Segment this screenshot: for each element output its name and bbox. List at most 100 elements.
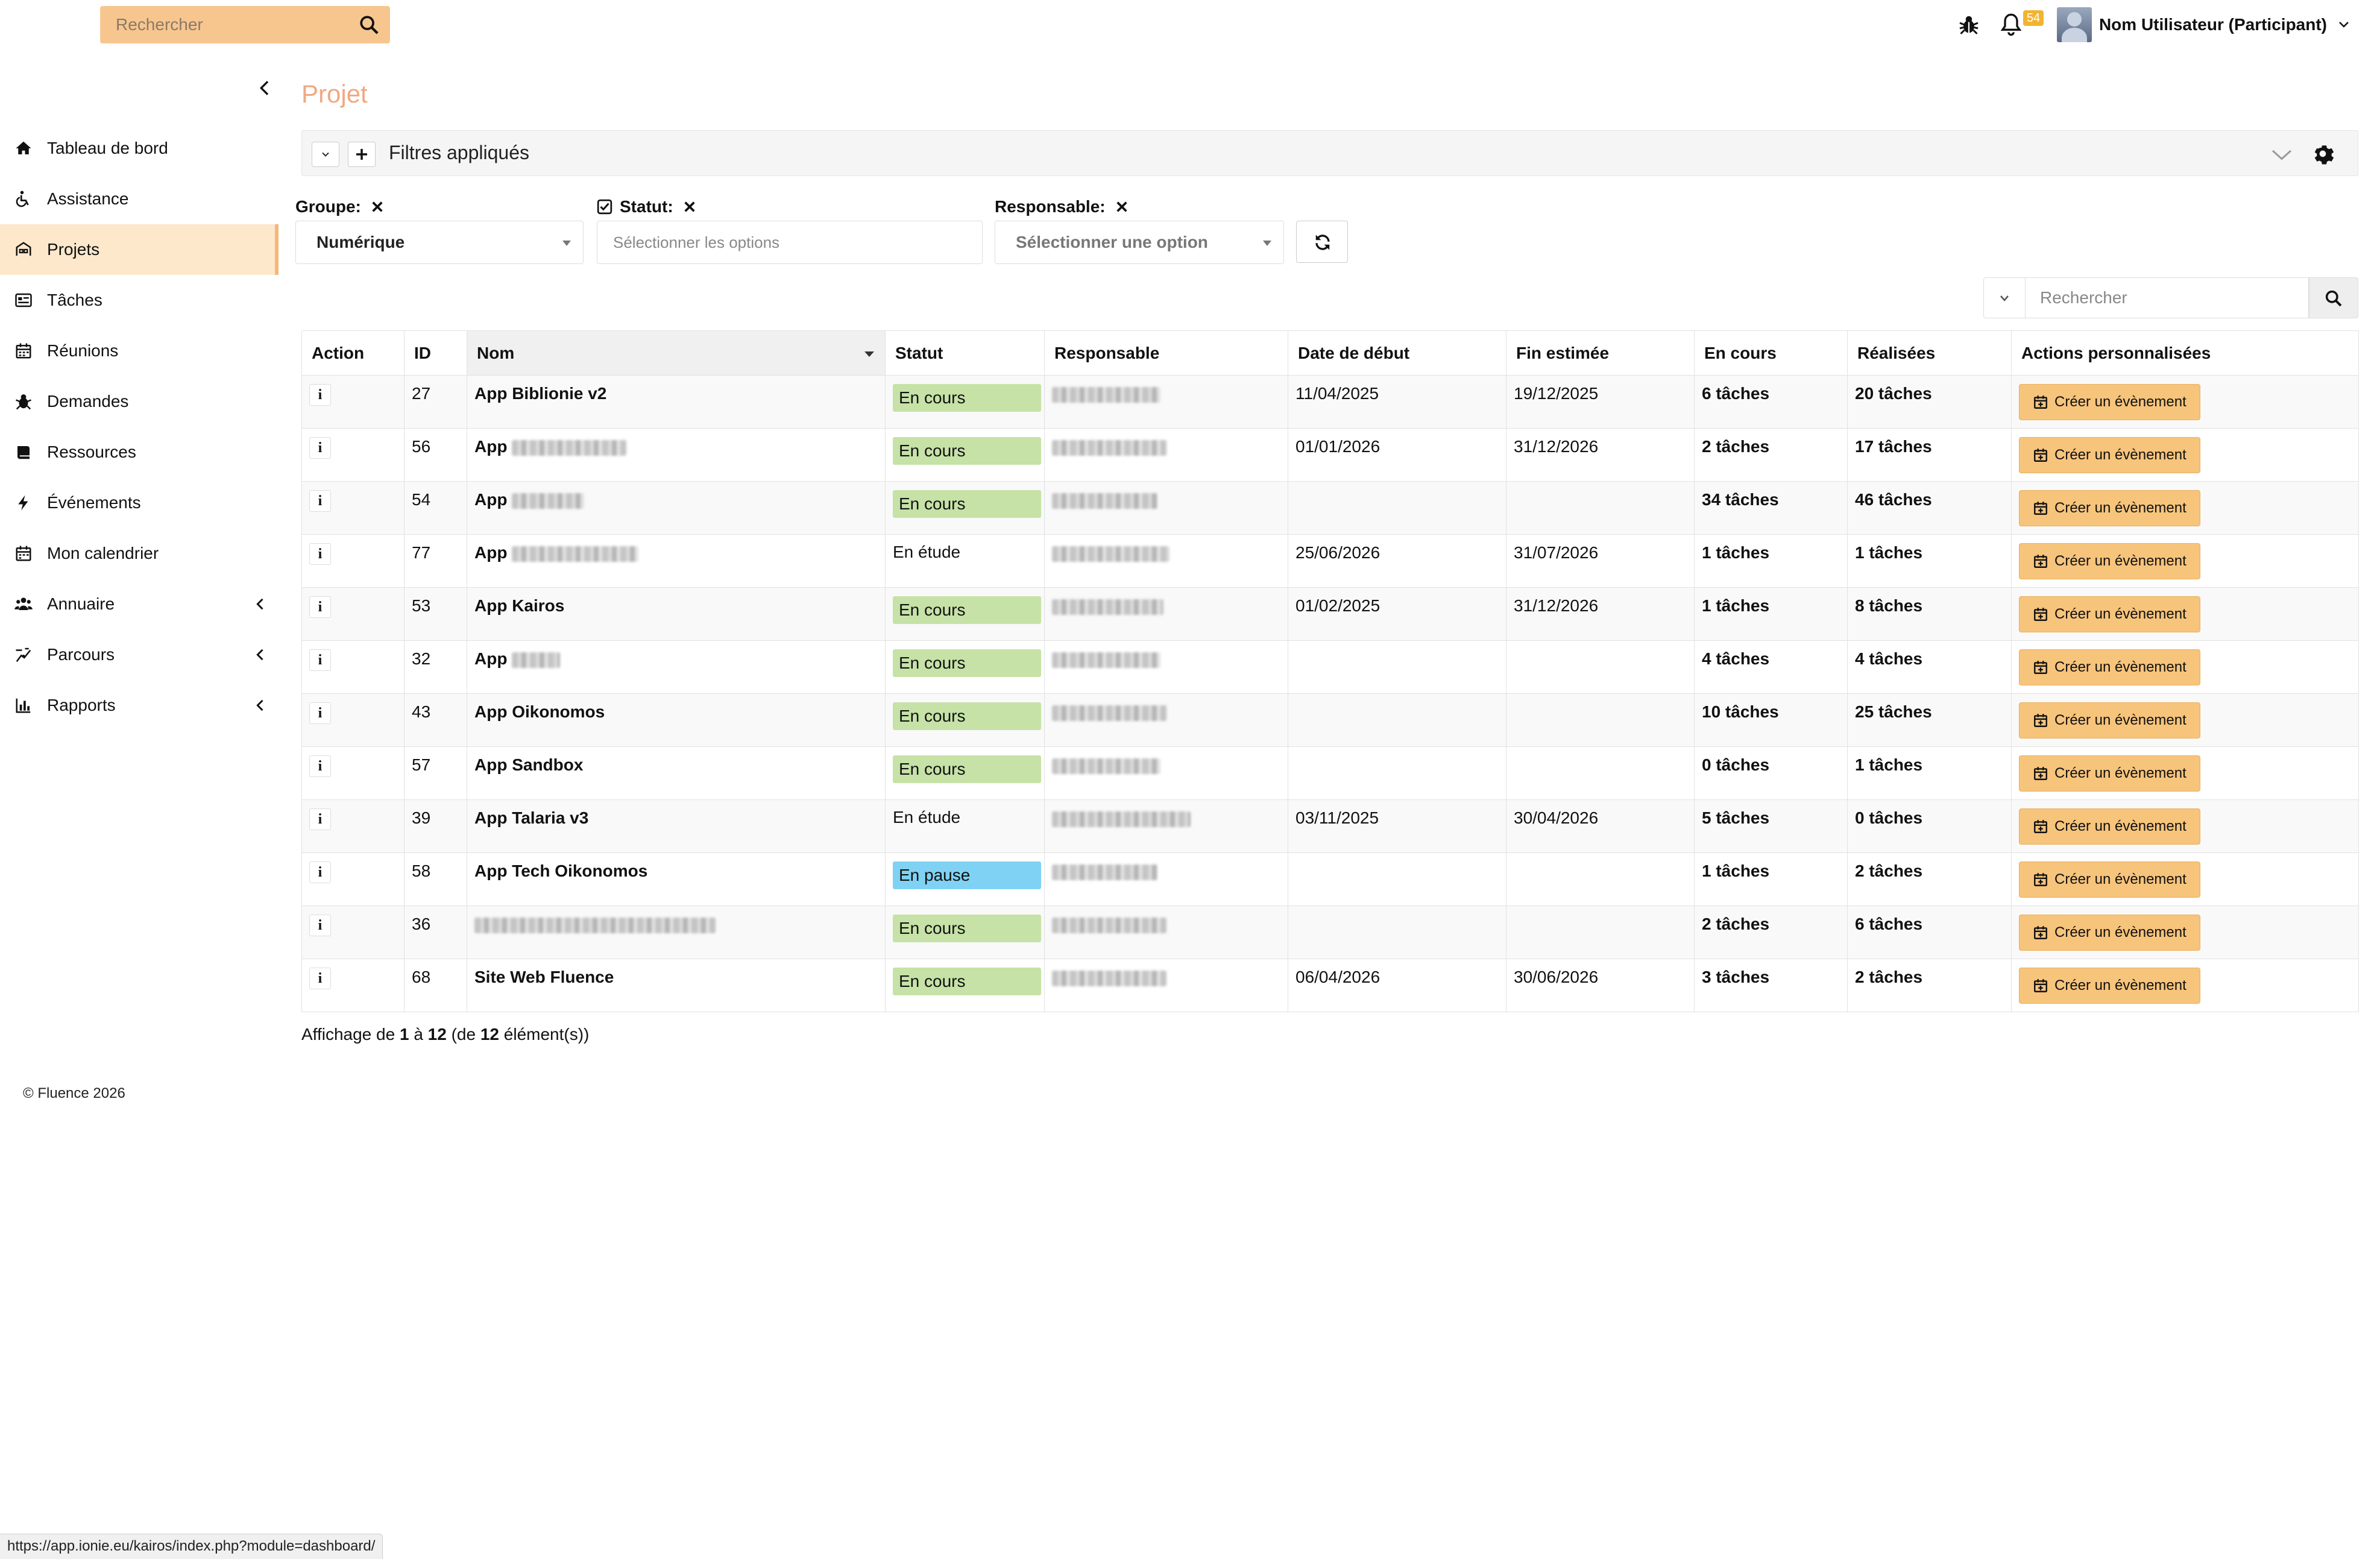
sidebar-item-evenements[interactable]: Événements xyxy=(0,477,279,528)
sidebar-item-reunions[interactable]: Réunions xyxy=(0,326,279,376)
project-name[interactable]: App Kairos xyxy=(474,596,564,615)
info-icon[interactable]: i xyxy=(309,861,331,883)
sidebar-item-projets[interactable]: Projets xyxy=(0,224,279,275)
column-header-id[interactable]: ID xyxy=(404,330,467,376)
footer-copyright: © Fluence 2026 xyxy=(23,1085,125,1101)
project-name[interactable]: App Biblionie v2 xyxy=(474,384,606,403)
bug-icon[interactable] xyxy=(1958,14,1980,36)
sidebar-collapse-icon[interactable] xyxy=(256,78,275,98)
info-icon[interactable]: i xyxy=(309,808,331,830)
add-filter-button[interactable] xyxy=(348,142,376,167)
filters-toggle-button[interactable] xyxy=(312,142,339,167)
refresh-button[interactable] xyxy=(1296,221,1348,263)
column-header-en-cours[interactable]: En cours xyxy=(1694,330,1848,376)
table-search-dropdown[interactable] xyxy=(1983,277,2026,318)
cell-action: i xyxy=(301,959,405,1012)
gear-icon[interactable] xyxy=(2311,142,2335,166)
sidebar-item-rapports[interactable]: Rapports xyxy=(0,680,279,731)
project-name[interactable]: App Talaria v3 xyxy=(474,808,588,827)
project-name[interactable]: App xyxy=(474,649,507,668)
sidebar-item-assistance[interactable]: Assistance xyxy=(0,174,279,224)
table-row[interactable]: i 57 App Sandbox En cours 0 tâches 1 tâches Cr… xyxy=(301,746,2359,800)
sidebar-item-ressources[interactable]: Ressources xyxy=(0,427,279,477)
column-header-fin-estimee[interactable]: Fin estimée xyxy=(1506,330,1695,376)
info-icon[interactable]: i xyxy=(309,968,331,989)
table-row[interactable]: i 27 App Biblionie v2 En cours 11/04/2025 19/… xyxy=(301,375,2359,429)
create-event-button[interactable]: Créer un évènement xyxy=(2019,437,2200,473)
column-header-action[interactable]: Action xyxy=(301,330,405,376)
notifications[interactable]: 54 xyxy=(1999,10,2044,37)
sidebar-item-taches[interactable]: Tâches xyxy=(0,275,279,326)
checkbox-checked-icon[interactable] xyxy=(597,199,612,215)
info-icon[interactable]: i xyxy=(309,543,331,565)
redacted-responsable xyxy=(1052,493,1157,509)
create-event-button[interactable]: Créer un évènement xyxy=(2019,596,2200,632)
info-icon[interactable]: i xyxy=(309,437,331,459)
table-row[interactable]: i 53 App Kairos En cours 01/02/2025 31/12/202… xyxy=(301,587,2359,641)
column-header-actions-personnalisees[interactable]: Actions personnalisées xyxy=(2011,330,2359,376)
cell-fin-estimee xyxy=(1506,852,1695,906)
user-name[interactable]: Nom Utilisateur (Participant) xyxy=(2099,15,2327,34)
info-icon[interactable]: i xyxy=(309,490,331,512)
create-event-button[interactable]: Créer un évènement xyxy=(2019,861,2200,898)
table-row[interactable]: i 58 App Tech Oikonomos En pause 1 tâches 2 t… xyxy=(301,852,2359,906)
table-search-button[interactable] xyxy=(2309,277,2358,318)
sidebar-item-annuaire[interactable]: Annuaire xyxy=(0,579,279,629)
info-total: 12 xyxy=(480,1025,500,1044)
create-event-button[interactable]: Créer un évènement xyxy=(2019,808,2200,845)
chevron-down-icon[interactable] xyxy=(2337,17,2351,32)
sidebar-item-tableau-de-bord[interactable]: Tableau de bord xyxy=(0,123,279,174)
create-event-button[interactable]: Créer un évènement xyxy=(2019,968,2200,1004)
table-row[interactable]: i 68 Site Web Fluence En cours 06/04/2026 30/… xyxy=(301,959,2359,1012)
column-header-statut[interactable]: Statut xyxy=(885,330,1045,376)
table-row[interactable]: i 43 App Oikonomos En cours 10 tâches 25 tâch… xyxy=(301,693,2359,747)
column-header-realisees[interactable]: Réalisées xyxy=(1847,330,2012,376)
project-name[interactable]: App xyxy=(474,490,507,509)
info-icon[interactable]: i xyxy=(309,702,331,724)
avatar[interactable] xyxy=(2056,7,2092,42)
info-icon[interactable]: i xyxy=(309,649,331,671)
cell-responsable xyxy=(1044,746,1288,800)
table-row[interactable]: i 56 App En cours 01/01/2026 31/12/2026 2 tâc… xyxy=(301,428,2359,482)
project-name[interactable]: App Sandbox xyxy=(474,755,583,774)
table-row[interactable]: i 77 App En étude 25/06/2026 31/07/2026 1 tâc… xyxy=(301,534,2359,588)
create-event-button[interactable]: Créer un évènement xyxy=(2019,649,2200,685)
table-row[interactable]: i 36 En cours 2 tâches 6 tâches Créer un évè… xyxy=(301,905,2359,959)
search-icon[interactable] xyxy=(359,14,379,35)
column-header-date-debut[interactable]: Date de début xyxy=(1288,330,1506,376)
project-name[interactable]: App Tech Oikonomos xyxy=(474,861,647,880)
column-header-responsable[interactable]: Responsable xyxy=(1044,330,1288,376)
sidebar-item-parcours[interactable]: Parcours xyxy=(0,629,279,680)
statut-multiselect[interactable]: Sélectionner les options xyxy=(597,221,983,264)
table-row[interactable]: i 39 App Talaria v3 En étude 03/11/2025 30/04… xyxy=(301,799,2359,853)
create-event-button[interactable]: Créer un évènement xyxy=(2019,755,2200,792)
cell-realisees: 17 tâches xyxy=(1847,428,2012,482)
create-event-button[interactable]: Créer un évènement xyxy=(2019,702,2200,739)
info-icon[interactable]: i xyxy=(309,596,331,618)
project-name[interactable]: App Oikonomos xyxy=(474,702,605,721)
info-icon[interactable]: i xyxy=(309,384,331,406)
create-event-button[interactable]: Créer un évènement xyxy=(2019,384,2200,420)
table-row[interactable]: i 32 App En cours 4 tâches 4 tâches Créer un … xyxy=(301,640,2359,694)
remove-filter-icon[interactable] xyxy=(371,200,384,213)
project-name[interactable]: App xyxy=(474,437,507,456)
column-header-nom[interactable]: Nom xyxy=(467,330,886,376)
info-icon[interactable]: i xyxy=(309,915,331,936)
global-search-input[interactable] xyxy=(100,6,347,43)
remove-filter-icon[interactable] xyxy=(1115,200,1129,213)
chevron-down-icon[interactable] xyxy=(2271,145,2293,163)
groupe-select[interactable]: Numérique xyxy=(295,221,584,264)
info-icon[interactable]: i xyxy=(309,755,331,777)
cell-action: i xyxy=(301,640,405,694)
remove-filter-icon[interactable] xyxy=(683,200,696,213)
table-search-input[interactable] xyxy=(2026,277,2309,318)
sidebar-item-mon-calendrier[interactable]: Mon calendrier xyxy=(0,528,279,579)
project-name[interactable]: App xyxy=(474,543,507,562)
table-row[interactable]: i 54 App En cours 34 tâches 46 tâches Créer u… xyxy=(301,481,2359,535)
create-event-button[interactable]: Créer un évènement xyxy=(2019,490,2200,526)
project-name[interactable]: Site Web Fluence xyxy=(474,968,614,986)
responsable-select[interactable]: Sélectionner une option xyxy=(995,221,1284,264)
create-event-button[interactable]: Créer un évènement xyxy=(2019,915,2200,951)
create-event-button[interactable]: Créer un évènement xyxy=(2019,543,2200,579)
sidebar-item-demandes[interactable]: Demandes xyxy=(0,376,279,427)
